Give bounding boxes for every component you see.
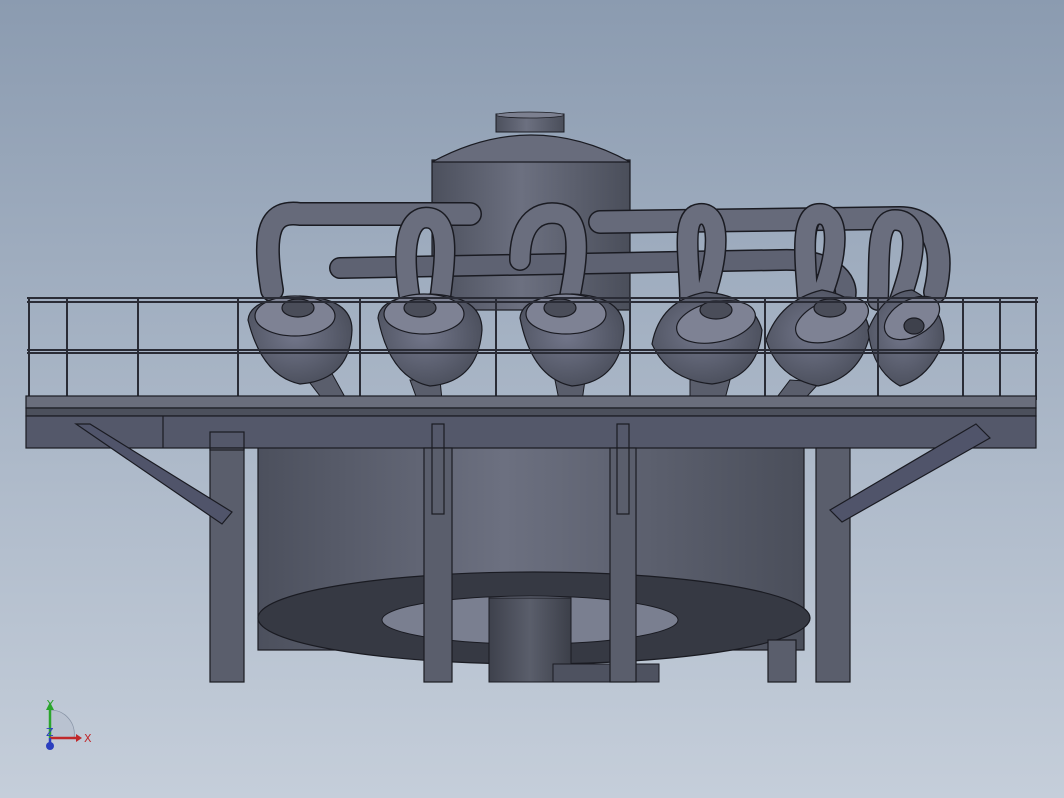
z-axis-label: Z [46,726,54,739]
cyclone-3 [519,293,625,387]
x-axis-label: X [84,732,92,745]
main-tank [257,439,811,683]
cyclone-4 [651,291,763,385]
cyclone-2 [377,293,483,387]
graphics-viewport[interactable]: Y X Z [0,0,1064,798]
coordinate-triad: Y X Z [46,698,92,750]
y-axis-label: Y [46,698,54,711]
cyclone-1 [247,295,353,385]
platform-deck [25,395,1037,449]
cad-model-cyclone-separator-assembly[interactable] [0,0,1064,798]
